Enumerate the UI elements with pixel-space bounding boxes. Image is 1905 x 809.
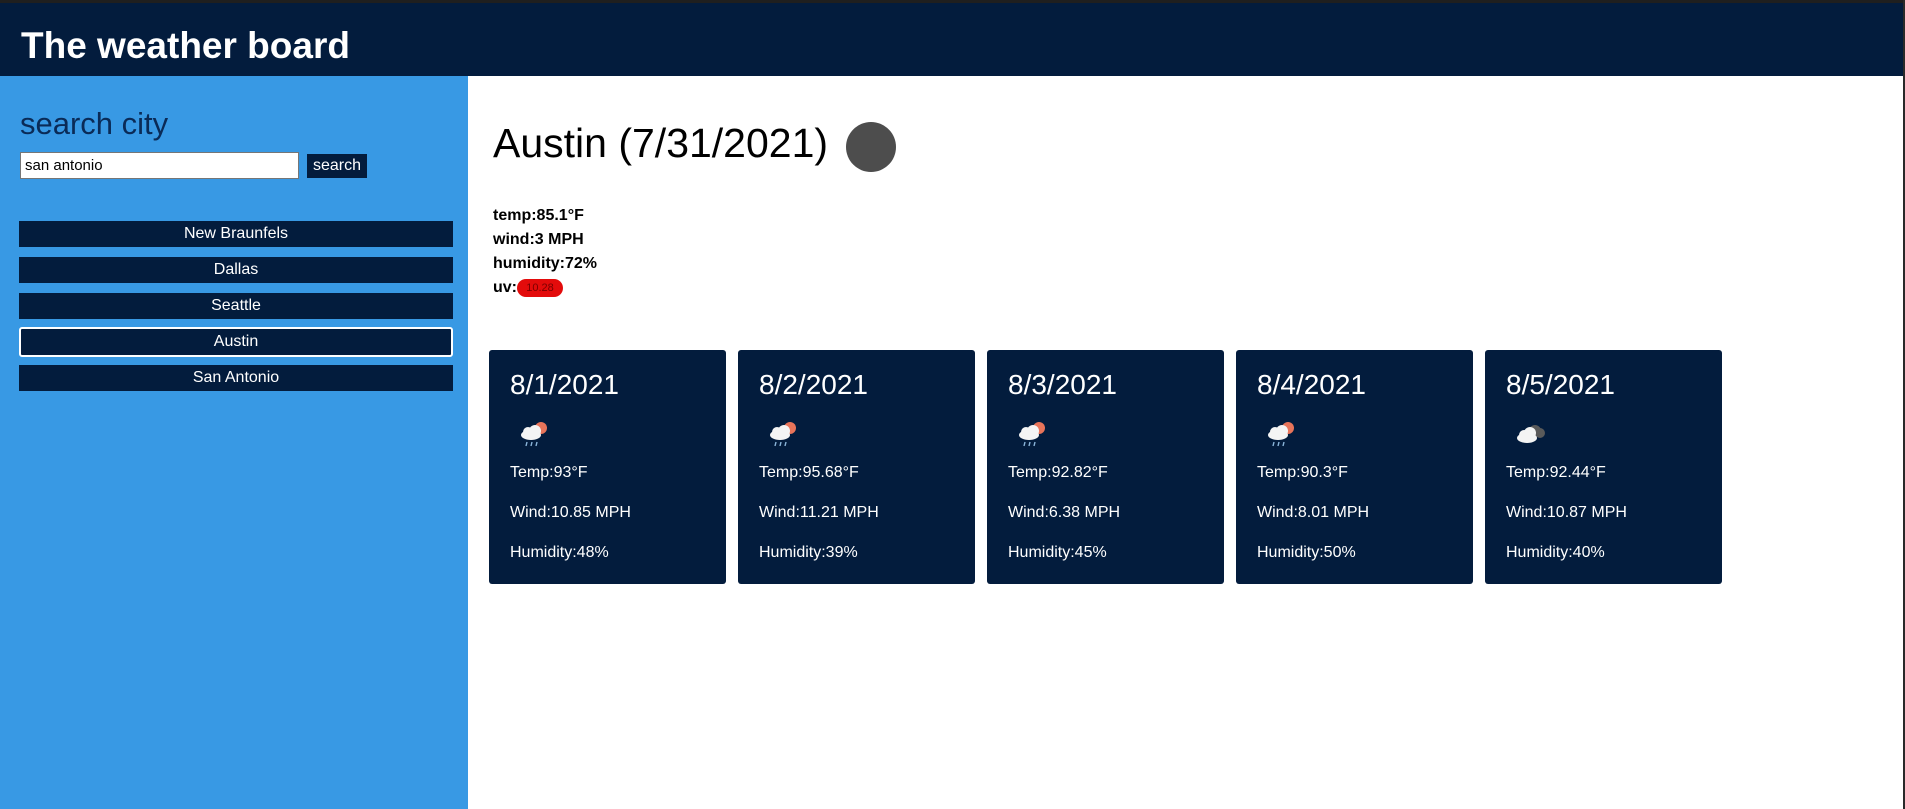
forecast-date: 8/3/2021 [1008, 369, 1117, 400]
forecast-card-day-2: 8/2/2021 Temp:95.68°F Wind:11.21 MPH Hum… [738, 350, 975, 584]
search-heading: search city [20, 106, 169, 141]
current-weather-icon [846, 122, 896, 172]
forecast-date: 8/4/2021 [1257, 369, 1366, 400]
forecast-wind: Wind:8.01 MPH [1257, 504, 1370, 521]
search-history-list: New Braunfels Dallas Seattle Austin San … [19, 221, 453, 401]
forecast-wind: Wind:11.21 MPH [759, 504, 879, 521]
history-item-austin[interactable]: Austin [19, 327, 453, 357]
forecast-humidity: Humidity:45% [1008, 544, 1107, 561]
forecast-temp: Temp:93°F [510, 464, 588, 481]
forecast-date: 8/2/2021 [759, 369, 868, 400]
forecast-wind: Wind:10.85 MPH [510, 504, 631, 521]
search-sidebar: search city search New Braunfels Dallas … [0, 76, 468, 809]
forecast-date: 8/1/2021 [510, 369, 619, 400]
forecast-temp: Temp:92.44°F [1506, 464, 1606, 481]
current-humidity: humidity:72% [493, 255, 598, 272]
rain-sun-cloud-icon [1268, 422, 1294, 447]
forecast-card-day-5: 8/5/2021 Temp:92.44°F Wind:10.87 MPH Hum… [1485, 350, 1722, 584]
history-item-new-braunfels[interactable]: New Braunfels [19, 221, 453, 247]
current-temp: temp:85.1°F [493, 207, 584, 224]
rain-sun-cloud-icon [1019, 422, 1045, 447]
app-title: The weather board [21, 25, 350, 66]
current-uv: uv: 10.28 [493, 276, 597, 300]
current-conditions: temp:85.1°F wind:3 MPH humidity:72% uv: 1… [493, 204, 597, 300]
history-item-seattle[interactable]: Seattle [19, 293, 453, 319]
broken-clouds-icon [1517, 425, 1545, 443]
city-search-input[interactable] [20, 152, 299, 179]
history-item-san-antonio[interactable]: San Antonio [19, 365, 453, 391]
forecast-temp: Temp:92.82°F [1008, 464, 1108, 481]
forecast-wind: Wind:10.87 MPH [1506, 504, 1627, 521]
forecast-humidity: Humidity:40% [1506, 544, 1605, 561]
forecast-humidity: Humidity:50% [1257, 544, 1356, 561]
current-wind: wind:3 MPH [493, 231, 584, 248]
forecast-temp: Temp:90.3°F [1257, 464, 1348, 481]
forecast-humidity: Humidity:48% [510, 544, 609, 561]
rain-sun-cloud-icon [521, 422, 547, 447]
forecast-card-day-1: 8/1/2021 Temp:93°F Wind:10.85 MPH Humidi… [489, 350, 726, 584]
rain-sun-cloud-icon [770, 422, 796, 447]
search-button[interactable]: search [307, 154, 367, 178]
forecast-card-day-3: 8/3/2021 Temp:92.82°F Wind:6.38 MPH Humi… [987, 350, 1224, 584]
weather-main-panel: Austin (7/31/2021) temp:85.1°F wind:3 MP… [468, 76, 1903, 809]
uv-label: uv: [493, 279, 517, 296]
app-header: The weather board [0, 3, 1903, 76]
forecast-card-day-4: 8/4/2021 Temp:90.3°F Wind:8.01 MPH Humid… [1236, 350, 1473, 584]
current-city-title: Austin (7/31/2021) [493, 120, 829, 166]
forecast-humidity: Humidity:39% [759, 544, 858, 561]
forecast-temp: Temp:95.68°F [759, 464, 859, 481]
history-item-dallas[interactable]: Dallas [19, 257, 453, 283]
forecast-wind: Wind:6.38 MPH [1008, 504, 1121, 521]
forecast-date: 8/5/2021 [1506, 369, 1615, 400]
uv-index-badge: 10.28 [517, 278, 563, 297]
